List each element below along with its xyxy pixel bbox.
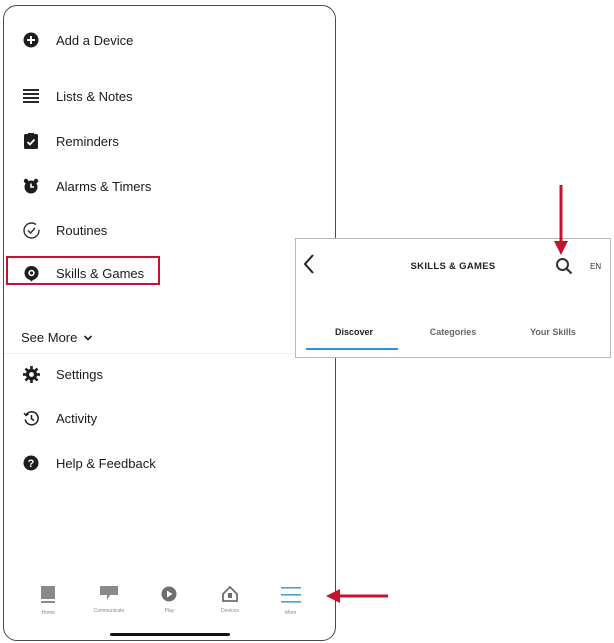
tab-more[interactable]: More: [262, 576, 320, 616]
menu-item-lists-notes[interactable]: Lists & Notes: [22, 83, 133, 109]
tab-devices[interactable]: Devices: [201, 576, 259, 614]
menu-item-reminders[interactable]: Reminders: [22, 128, 119, 154]
menu-item-add-device[interactable]: Add a Device: [22, 27, 133, 53]
menu-item-label: Add a Device: [56, 32, 134, 48]
bottom-tab-bar: Home Communicate Play Devices More: [4, 576, 335, 640]
list-icon: [22, 87, 40, 105]
see-more-button[interactable]: See More: [21, 330, 93, 345]
active-tab-underline: [306, 348, 398, 350]
tab-communicate[interactable]: Communicate: [80, 576, 138, 614]
question-circle-icon: ?: [22, 454, 40, 472]
menu-item-label: Help & Feedback: [56, 455, 156, 471]
menu-item-label: Routines: [56, 222, 108, 238]
chat-icon: [99, 586, 118, 600]
tab-label: Home: [41, 610, 55, 616]
menu-item-help-feedback[interactable]: ? Help & Feedback: [22, 450, 156, 476]
language-selector[interactable]: EN: [590, 262, 601, 271]
svg-text:?: ?: [28, 458, 35, 470]
see-more-label: See More: [21, 330, 78, 345]
skills-games-highlight-box: [6, 256, 160, 285]
home-indicator: [109, 633, 230, 636]
menu-item-alarms-timers[interactable]: Alarms & Timers: [22, 173, 151, 199]
red-arrow-down-icon: [554, 185, 568, 255]
menu-divider: [4, 353, 335, 354]
menu-item-label: Lists & Notes: [56, 88, 133, 104]
tab-home[interactable]: Home: [19, 576, 77, 616]
devices-icon: [222, 586, 238, 602]
red-arrow-left-icon: [326, 589, 388, 603]
home-device-icon: [41, 586, 56, 603]
tab-label: Communicate: [93, 608, 125, 614]
tab-categories[interactable]: Categories: [408, 327, 498, 337]
alexa-more-menu-panel: Add a Device Lists & Notes Reminders Ala…: [3, 5, 336, 641]
menu-lines-icon: [280, 587, 301, 603]
menu-item-routines[interactable]: Routines: [22, 217, 107, 243]
menu-item-label: Activity: [56, 410, 98, 426]
history-clock-icon: [22, 409, 40, 427]
menu-item-label: Settings: [56, 366, 103, 382]
chevron-down-icon: [84, 334, 93, 341]
tab-label: Play: [164, 608, 175, 614]
menu-item-label: Reminders: [56, 133, 119, 149]
reminder-clipboard-icon: [22, 132, 40, 150]
tab-discover[interactable]: Discover: [309, 327, 399, 337]
menu-item-label: Alarms & Timers: [56, 178, 152, 194]
plus-circle-icon: [22, 31, 40, 49]
search-icon[interactable]: [555, 257, 573, 275]
menu-item-settings[interactable]: Settings: [22, 361, 103, 387]
routine-check-icon: [22, 221, 40, 239]
tab-play[interactable]: Play: [140, 576, 198, 614]
gear-icon: [22, 365, 40, 383]
play-icon: [161, 586, 177, 602]
tab-your-skills[interactable]: Your Skills: [508, 327, 598, 337]
alarm-clock-icon: [22, 177, 40, 195]
tab-label: Devices: [221, 608, 239, 614]
tab-label: More: [284, 610, 297, 616]
skills-tab-row: Discover Categories Your Skills: [296, 327, 610, 355]
menu-item-activity[interactable]: Activity: [22, 405, 97, 431]
